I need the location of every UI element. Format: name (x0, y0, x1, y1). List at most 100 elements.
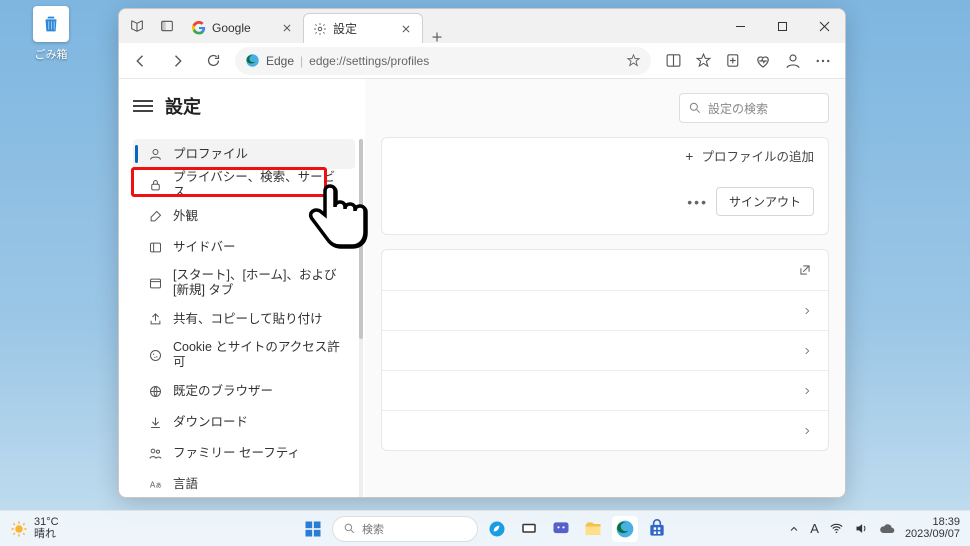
new-tab-button[interactable] (423, 31, 451, 43)
recycle-bin-label: ごみ箱 (35, 49, 68, 61)
taskbar: 31°C 晴れ 検索 A 18:39 2023/09/07 (0, 510, 970, 546)
edge-taskbar-icon[interactable] (612, 516, 638, 542)
tray-chevron-icon[interactable] (788, 523, 800, 535)
favorite-star-icon[interactable] (626, 53, 641, 68)
sidebar-item-label: 共有、コピーして貼り付け (173, 312, 345, 327)
list-item[interactable] (382, 330, 828, 370)
sidebar-item-label: 外観 (173, 209, 345, 224)
recycle-bin-icon (33, 6, 69, 42)
taskbar-clock[interactable]: 18:39 2023/09/07 (905, 517, 960, 540)
tab-label: Google (212, 21, 273, 35)
minimize-button[interactable] (719, 9, 761, 43)
settings-sidebar: 設定 プロファイル プライバシー、検索、サービス 外観 サイドバー (119, 79, 365, 497)
sidebar-item-label: ダウンロード (173, 415, 345, 430)
sidebar-item-languages[interactable]: Aあ 言語 (133, 469, 355, 497)
sidebar-item-label: [スタート]、[ホーム]、および [新規] タブ (173, 268, 345, 298)
sidebar-item-profiles[interactable]: プロファイル (133, 139, 355, 169)
sidebar-item-label: 既定のブラウザー (173, 384, 345, 399)
file-explorer-icon[interactable] (580, 516, 606, 542)
taskbar-search-input[interactable]: 検索 (332, 516, 478, 542)
sidebar-item-start[interactable]: [スタート]、[ホーム]、および [新規] タブ (133, 263, 355, 303)
task-view-icon[interactable] (516, 516, 542, 542)
address-bar[interactable]: Edge | edge://settings/profiles (235, 47, 651, 75)
settings-search-input[interactable]: 設定の検索 (679, 93, 829, 123)
weather-condition: 晴れ (34, 529, 59, 541)
sidebar-item-share[interactable]: 共有、コピーして貼り付け (133, 304, 355, 334)
favorites-icon[interactable] (689, 47, 717, 75)
recycle-bin[interactable]: ごみ箱 (24, 6, 78, 62)
sidebar-item-appearance[interactable]: 外観 (133, 201, 355, 231)
maximize-button[interactable] (761, 9, 803, 43)
list-item[interactable] (382, 370, 828, 410)
tab-actions-icon[interactable] (157, 16, 177, 36)
sidebar-item-label: プライバシー、検索、サービス (173, 170, 345, 200)
list-item[interactable] (382, 290, 828, 330)
add-profile-button[interactable]: プロファイルの追加 (701, 146, 814, 165)
edge-browser-window: Google 設定 Edge | edge://settings/profile… (118, 8, 846, 498)
collections-icon[interactable] (719, 47, 747, 75)
sidebar-item-privacy[interactable]: プライバシー、検索、サービス (133, 170, 355, 200)
signout-button[interactable]: サインアウト (716, 187, 814, 216)
address-url: edge://settings/profiles (309, 54, 429, 68)
open-external-icon (798, 263, 812, 277)
close-tab-icon[interactable] (398, 21, 414, 37)
split-screen-icon[interactable] (659, 47, 687, 75)
sidebar-item-family[interactable]: ファミリー セーフティ (133, 438, 355, 468)
tab-google[interactable]: Google (183, 13, 303, 43)
edge-logo-icon (245, 53, 260, 68)
panel-icon (147, 239, 163, 255)
sidebar-item-label: Cookie とサイトのアクセス許可 (173, 340, 345, 370)
sidebar-item-cookies[interactable]: Cookie とサイトのアクセス許可 (133, 335, 355, 375)
list-item[interactable] (382, 410, 828, 450)
search-icon (688, 101, 702, 115)
plus-icon: + (685, 148, 693, 164)
sidebar-item-label: 言語 (173, 477, 345, 492)
start-button[interactable] (300, 516, 326, 542)
page-title: 設定 (165, 93, 201, 119)
sidebar-item-default-browser[interactable]: 既定のブラウザー (133, 376, 355, 406)
workspaces-icon[interactable] (127, 16, 147, 36)
forward-button[interactable] (163, 47, 191, 75)
sidebar-item-label: プロファイル (173, 147, 345, 162)
chat-icon[interactable] (548, 516, 574, 542)
cloud-icon[interactable] (879, 521, 895, 537)
gear-icon (312, 21, 327, 36)
copilot-icon[interactable] (484, 516, 510, 542)
taskbar-weather[interactable]: 31°C 晴れ (10, 517, 59, 540)
browser-toolbar: Edge | edge://settings/profiles (119, 43, 845, 79)
sidebar-scrollbar-thumb[interactable] (359, 139, 363, 339)
weather-temp: 31°C (34, 517, 59, 529)
back-button[interactable] (127, 47, 155, 75)
globe-icon (147, 383, 163, 399)
reload-button[interactable] (199, 47, 227, 75)
clock-time: 18:39 (932, 517, 960, 529)
close-tab-icon[interactable] (279, 20, 295, 36)
store-icon[interactable] (644, 516, 670, 542)
person-icon (147, 146, 163, 162)
family-icon (147, 445, 163, 461)
google-favicon-icon (191, 21, 206, 36)
tab-settings[interactable]: 設定 (303, 13, 423, 43)
close-window-button[interactable] (803, 9, 845, 43)
brush-icon (147, 208, 163, 224)
volume-icon[interactable] (854, 521, 869, 536)
ime-indicator[interactable]: A (810, 521, 819, 536)
sidebar-item-downloads[interactable]: ダウンロード (133, 407, 355, 437)
menu-icon[interactable] (133, 96, 153, 116)
more-menu-icon[interactable] (809, 47, 837, 75)
chevron-right-icon (802, 306, 812, 316)
settings-main: 設定の検索 + プロファイルの追加 ••• サインアウト (365, 79, 845, 497)
chevron-right-icon (802, 386, 812, 396)
profile-settings-list (381, 249, 829, 451)
search-placeholder: 設定の検索 (708, 100, 768, 117)
share-icon (147, 311, 163, 327)
more-options-icon[interactable]: ••• (687, 194, 708, 210)
wellness-icon[interactable] (749, 47, 777, 75)
sidebar-item-sidebar[interactable]: サイドバー (133, 232, 355, 262)
profile-icon[interactable] (779, 47, 807, 75)
cookie-icon (147, 347, 163, 363)
list-item[interactable] (382, 250, 828, 290)
network-icon[interactable] (829, 521, 844, 536)
lock-icon (147, 177, 163, 193)
taskbar-search-placeholder: 検索 (362, 521, 384, 537)
